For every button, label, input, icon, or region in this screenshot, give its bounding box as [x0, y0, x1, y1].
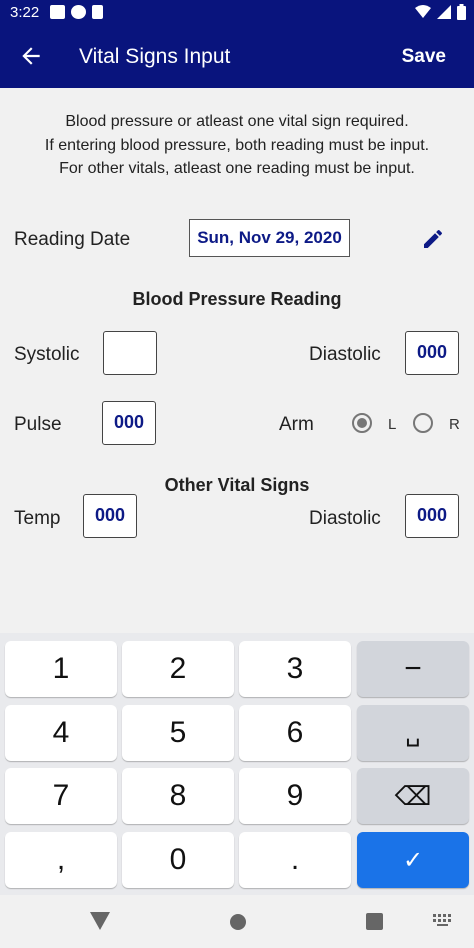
other-diastolic-input[interactable]: 000 [405, 494, 459, 538]
instruction-line: For other vitals, atleast one reading mu… [59, 160, 415, 177]
other-vitals-heading: Other Vital Signs [164, 475, 310, 495]
key-0[interactable]: 0 [122, 832, 234, 888]
nav-back-icon[interactable] [90, 912, 110, 930]
save-button[interactable]: Save [402, 46, 446, 68]
nav-recents-icon[interactable] [366, 913, 383, 930]
temp-input[interactable]: 000 [83, 494, 137, 538]
reading-date-label: Reading Date [14, 229, 131, 250]
diastolic-label: Diastolic [309, 344, 381, 365]
diastolic-input[interactable]: 000 [405, 331, 459, 375]
contact-icon [71, 5, 86, 19]
reading-date-field[interactable]: Sun, Nov 29, 2020 [189, 219, 350, 257]
key-5[interactable]: 5 [122, 705, 234, 761]
key-8[interactable]: 8 [122, 768, 234, 824]
page-title: Vital Signs Input [79, 45, 231, 68]
battery-icon [457, 4, 466, 20]
pulse-input[interactable]: 000 [102, 401, 156, 445]
key-3[interactable]: 3 [239, 641, 351, 697]
instruction-line: Blood pressure or atleast one vital sign… [65, 113, 409, 130]
nav-home-icon[interactable] [229, 913, 247, 931]
key-period[interactable]: . [239, 832, 351, 888]
instruction-line: If entering blood pressure, both reading… [44, 136, 430, 154]
systolic-input[interactable] [103, 331, 157, 375]
numeric-keyboard: 1 2 3 − 4 5 6 ␣ 7 8 9 ⌫ , 0 . ✓ [0, 633, 474, 895]
gmail-icon [50, 5, 65, 19]
other-diastolic-label: Diastolic [309, 508, 381, 529]
key-6[interactable]: 6 [239, 705, 351, 761]
status-bar: 3:22 [0, 0, 474, 26]
key-7[interactable]: 7 [5, 768, 117, 824]
key-comma[interactable]: , [5, 832, 117, 888]
key-1[interactable]: 1 [5, 641, 117, 697]
key-2[interactable]: 2 [122, 641, 234, 697]
key-9[interactable]: 9 [239, 768, 351, 824]
signal-icon [437, 5, 451, 19]
key-4[interactable]: 4 [5, 705, 117, 761]
edit-pencil-icon[interactable] [421, 227, 445, 251]
arm-label: Arm [279, 414, 314, 435]
arm-right-radio[interactable] [413, 413, 433, 433]
wifi-icon [415, 5, 431, 18]
key-minus[interactable]: − [357, 641, 469, 697]
instructions: Blood pressure or atleast one vital sign… [0, 110, 474, 181]
system-nav-bar [0, 895, 474, 948]
sd-card-icon [92, 5, 103, 19]
back-arrow-icon[interactable] [18, 43, 44, 69]
temp-label: Temp [14, 508, 61, 529]
app-bar: Vital Signs Input Save [0, 26, 474, 88]
key-backspace[interactable]: ⌫ [357, 768, 469, 824]
arm-left-label: L [388, 416, 397, 433]
systolic-label: Systolic [14, 344, 80, 365]
arm-left-radio[interactable] [352, 413, 372, 433]
key-done[interactable]: ✓ [357, 832, 469, 888]
key-space[interactable]: ␣ [357, 705, 469, 761]
status-time: 3:22 [10, 4, 40, 21]
arm-right-label: R [449, 416, 460, 433]
keyboard-switch-icon[interactable] [433, 914, 453, 928]
blood-pressure-heading: Blood Pressure Reading [132, 289, 342, 309]
pulse-label: Pulse [14, 414, 62, 435]
